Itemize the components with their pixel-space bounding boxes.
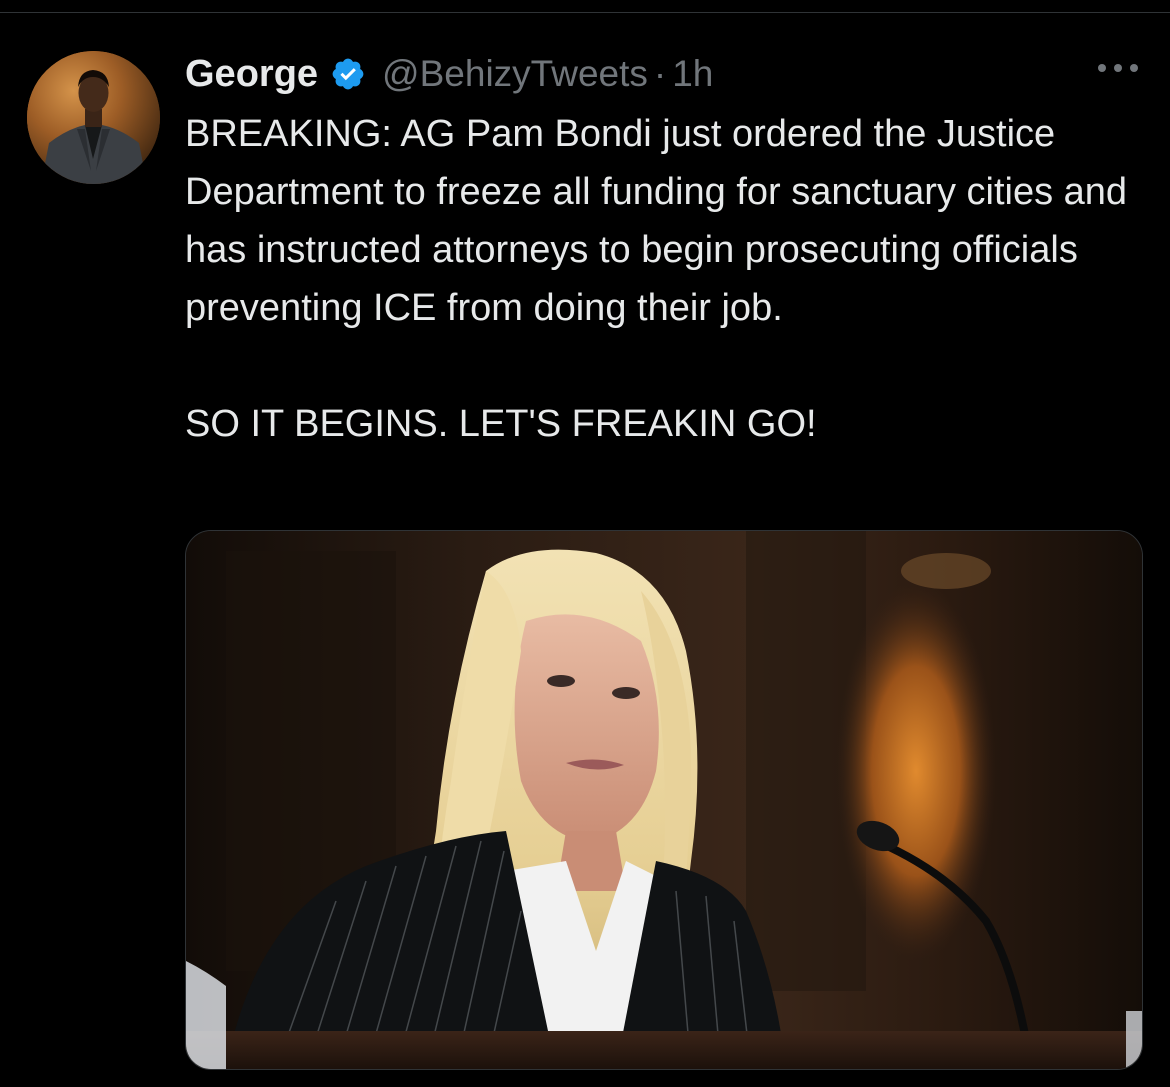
tweet-text: BREAKING: AG Pam Bondi just ordered the … <box>185 113 1128 445</box>
tweet-media-image[interactable] <box>185 530 1143 1070</box>
tweet-header: George @BehizyTweets · 1h <box>185 49 713 99</box>
tweet[interactable]: George @BehizyTweets · 1h BREAKING: AG P… <box>0 13 1170 1087</box>
more-dot <box>1098 64 1106 72</box>
avatar-photo <box>27 51 160 184</box>
author-name[interactable]: George <box>185 53 318 96</box>
verified-badge-icon <box>330 56 366 92</box>
more-dot <box>1130 64 1138 72</box>
more-options-icon[interactable] <box>1098 61 1138 75</box>
avatar[interactable] <box>27 51 160 184</box>
author-handle[interactable]: @BehizyTweets <box>382 53 648 95</box>
more-dot <box>1114 64 1122 72</box>
separator-dot: · <box>653 53 667 94</box>
tweet-timestamp[interactable]: 1h <box>672 53 713 95</box>
media-photo <box>186 531 1142 1069</box>
